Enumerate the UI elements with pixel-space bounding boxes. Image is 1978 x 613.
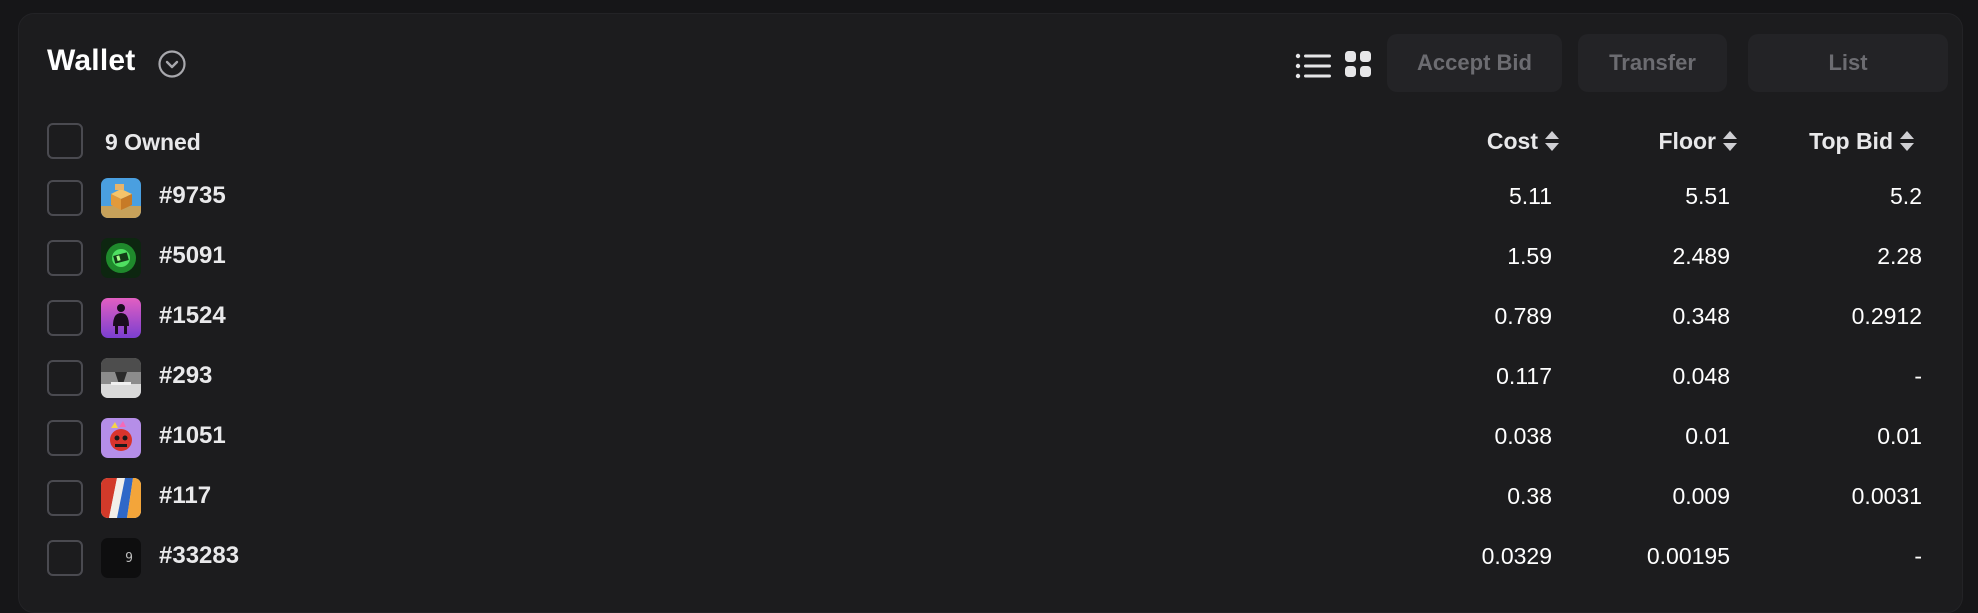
top-bid-value: 0.01	[1877, 423, 1922, 449]
table-row[interactable]: #1524 0.789 0.348 0.2912	[19, 288, 1962, 348]
purple-character-nft-icon	[101, 418, 141, 458]
transfer-button[interactable]: Transfer	[1578, 34, 1727, 92]
sort-icon	[1900, 131, 1914, 151]
wallet-header: Wallet Accept Bid Transfer List	[19, 14, 1962, 114]
cost-value: 0.038	[1494, 423, 1552, 449]
floor-value: 0.009	[1672, 483, 1730, 509]
table-row[interactable]: #5091 1.59 2.489 2.28	[19, 228, 1962, 288]
table-row[interactable]: #293 0.117 0.048 -	[19, 348, 1962, 408]
column-header-top-bid[interactable]: Top Bid	[1809, 126, 1915, 156]
token-id: #1524	[159, 302, 226, 329]
column-header-label: Cost	[1486, 127, 1538, 154]
top-bid-value: 5.2	[1890, 183, 1922, 209]
chevron-down-circle-icon[interactable]	[157, 49, 187, 79]
token-id: #117	[159, 482, 212, 509]
dark-number-nft-icon: 9	[101, 538, 141, 578]
table-row[interactable]: #9735 5.11 5.51 5.2	[19, 168, 1962, 228]
floor-value: 0.01	[1685, 423, 1730, 449]
table-row[interactable]: #1051 0.038 0.01 0.01	[19, 408, 1962, 468]
cost-value: 5.11	[1508, 183, 1552, 209]
row-checkbox[interactable]	[47, 360, 83, 396]
cost-value: 0.117	[1496, 363, 1552, 389]
list-button[interactable]: List	[1748, 34, 1948, 92]
row-checkbox[interactable]	[47, 420, 83, 456]
accept-bid-button[interactable]: Accept Bid	[1387, 34, 1562, 92]
top-bid-value: 2.28	[1877, 243, 1922, 269]
cost-value: 0.0329	[1481, 543, 1552, 569]
thumb-number: 9	[125, 550, 133, 566]
abstract-stripes-nft-icon	[101, 478, 141, 518]
floor-value: 0.048	[1672, 363, 1730, 389]
grid-view-icon[interactable]	[1345, 51, 1371, 77]
cost-value: 0.38	[1507, 483, 1552, 509]
token-id: #9735	[159, 182, 226, 209]
row-checkbox[interactable]	[47, 180, 83, 216]
select-all-checkbox[interactable]	[47, 123, 83, 159]
floor-value: 5.51	[1685, 183, 1730, 209]
sort-icon	[1545, 131, 1559, 151]
pink-silhouette-nft-icon	[101, 298, 141, 338]
list-view-icon[interactable]	[1295, 52, 1331, 80]
floor-value: 2.489	[1672, 243, 1730, 269]
row-checkbox[interactable]	[47, 240, 83, 276]
top-bid-value: -	[1914, 543, 1922, 569]
row-checkbox[interactable]	[47, 540, 83, 576]
orange-box-nft-icon	[101, 178, 141, 218]
token-id: #293	[159, 362, 213, 389]
wallet-panel: Wallet Accept Bid Transfer List 9 Owned …	[18, 13, 1963, 613]
token-id: #5091	[159, 242, 226, 269]
table-row[interactable]: #117 0.38 0.009 0.0031	[19, 468, 1962, 528]
page-title: Wallet	[47, 44, 136, 77]
gray-scene-nft-icon	[101, 358, 141, 398]
top-bid-value: 0.0031	[1851, 483, 1922, 509]
token-id: #33283	[159, 542, 240, 569]
token-id: #1051	[159, 422, 226, 449]
owned-count: 9 Owned	[105, 128, 201, 155]
cost-value: 0.789	[1494, 303, 1552, 329]
cost-value: 1.59	[1507, 243, 1552, 269]
table-row[interactable]: 9 #33283 0.0329 0.00195 -	[19, 528, 1962, 588]
green-glow-nft-icon	[101, 238, 141, 278]
top-bid-value: -	[1914, 363, 1922, 389]
sort-icon	[1723, 131, 1737, 151]
floor-value: 0.348	[1672, 303, 1730, 329]
floor-value: 0.00195	[1646, 543, 1730, 569]
column-header-floor[interactable]: Floor	[1659, 126, 1739, 156]
row-checkbox[interactable]	[47, 300, 83, 336]
top-bid-value: 0.2912	[1851, 303, 1922, 329]
column-header-cost[interactable]: Cost	[1487, 126, 1560, 156]
row-checkbox[interactable]	[47, 480, 83, 516]
column-header-label: Top Bid	[1809, 127, 1893, 154]
column-header-label: Floor	[1658, 127, 1717, 154]
